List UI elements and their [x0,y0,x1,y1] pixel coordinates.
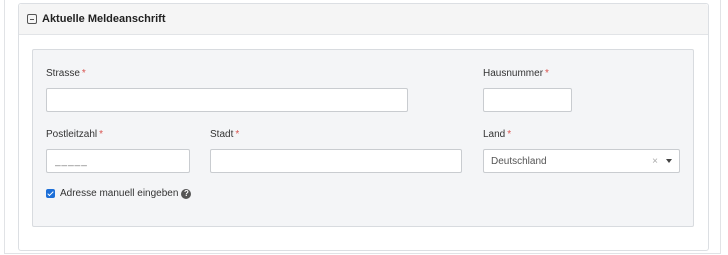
panel-title: Aktuelle Meldeanschrift [42,13,166,25]
address-form: Strasse* Hausnummer* Postleitzahl* Stadt… [32,49,694,227]
stadt-input[interactable] [210,149,462,173]
required-marker: * [545,68,549,79]
clear-icon[interactable]: × [652,156,658,167]
postleitzahl-field: Postleitzahl * [46,128,190,173]
land-label: Land * [483,129,512,140]
address-panel: Aktuelle Meldeanschrift Strasse * Hausnum… [18,3,709,251]
manual-address-checkbox[interactable] [46,189,55,198]
required-marker: * [507,129,512,140]
stadt-label: Stadt * [210,129,240,140]
land-select[interactable]: Deutschland × [483,149,680,173]
required-marker: * [99,129,104,140]
hausnummer-field: Hausnummer * [483,67,572,112]
manual-address-label[interactable]: Adresse manuell eingeben [60,188,178,199]
stadt-field: Stadt * [210,128,462,173]
manual-address-option: Adresse manuell eingeben ? [46,188,192,199]
required-marker: * [235,129,240,140]
collapse-icon[interactable] [27,14,37,24]
strasse-input[interactable] [46,88,408,112]
chevron-down-icon[interactable] [666,159,672,163]
postleitzahl-input[interactable] [46,149,190,173]
panel-header[interactable]: Aktuelle Meldeanschrift [19,4,708,35]
land-select-value: Deutschland [491,155,547,167]
hausnummer-input[interactable] [483,88,572,112]
hausnummer-label: Hausnummer * [483,68,549,79]
help-icon[interactable]: ? [181,188,192,199]
land-field: Land * Deutschland × [483,128,680,173]
strasse-label: Strasse * [46,68,86,79]
postleitzahl-label: Postleitzahl * [46,129,104,140]
required-marker: * [81,68,86,79]
strasse-field: Strasse * [46,67,408,112]
